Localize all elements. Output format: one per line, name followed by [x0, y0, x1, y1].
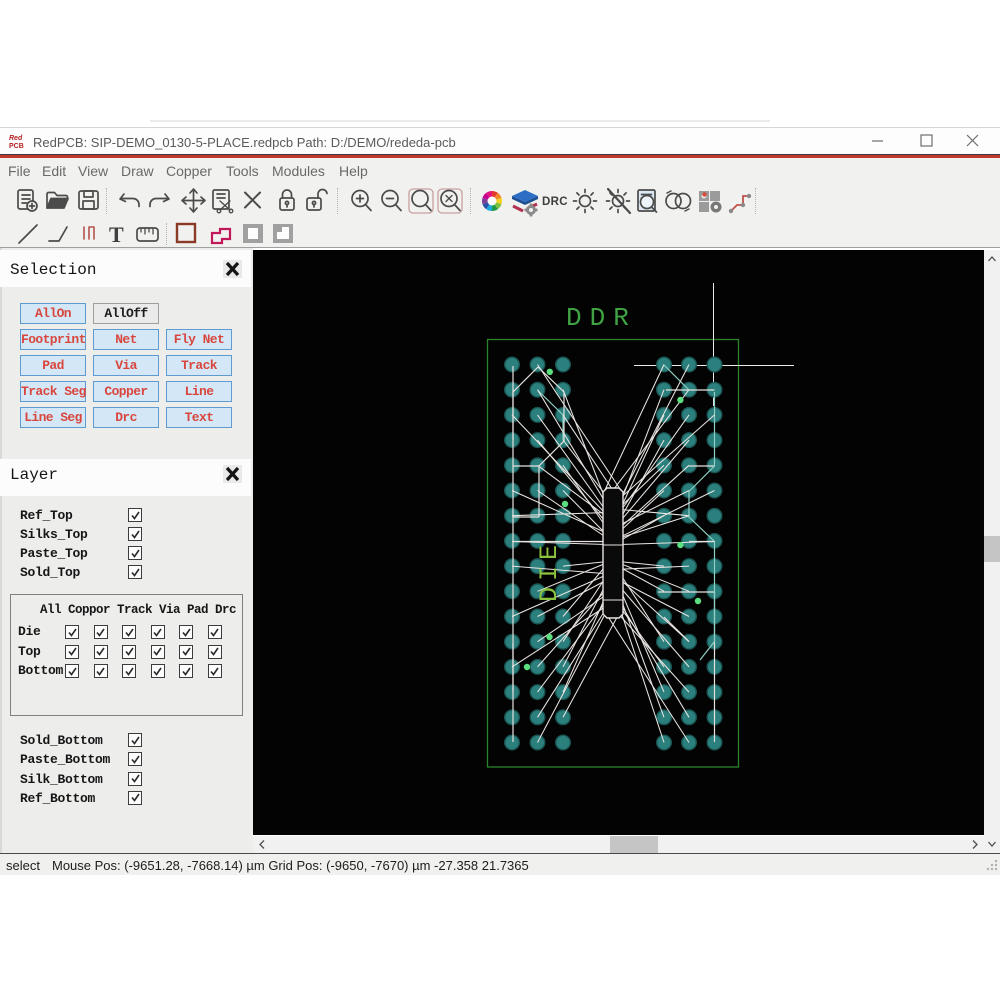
- svg-text:PCB: PCB: [9, 143, 24, 149]
- svg-text:DRC: DRC: [542, 196, 568, 208]
- svg-text:Red: Red: [9, 135, 23, 142]
- svg-text:T: T: [109, 222, 124, 247]
- svg-text:DDR: DDR: [566, 303, 637, 333]
- svg-text:DIE: DIE: [535, 539, 564, 602]
